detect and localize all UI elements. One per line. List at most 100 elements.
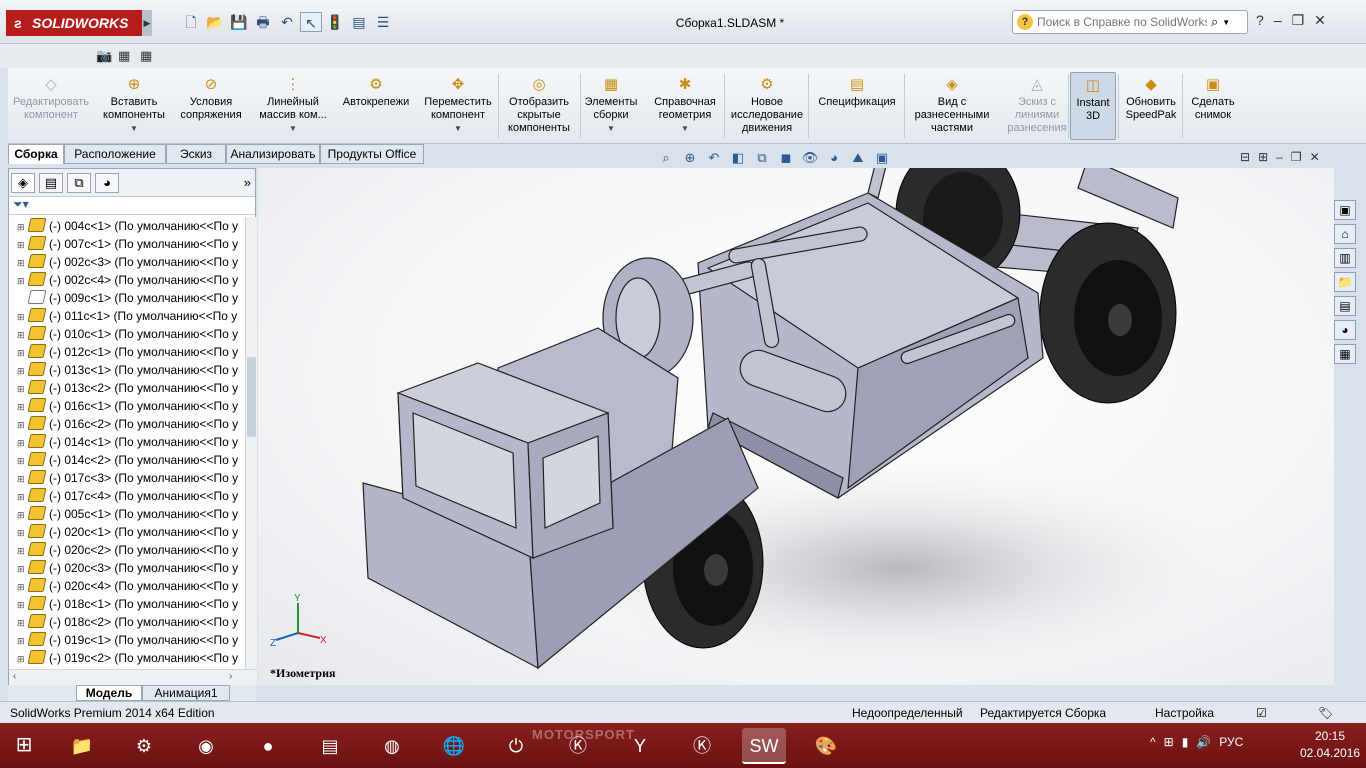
rebuild-check-icon[interactable]: ☑ (1256, 706, 1267, 720)
menu-expand-arrow[interactable]: ▶ (142, 10, 152, 36)
view-palette-icon[interactable]: ▤ (1334, 296, 1356, 316)
smart-fasteners-button[interactable]: ⚙ Автокрепежи (338, 72, 414, 140)
expand-icon[interactable]: ⊞ (17, 470, 27, 488)
help-icon[interactable]: ? (1256, 12, 1264, 29)
expand-icon[interactable]: ⊞ (17, 272, 27, 290)
move-component-button[interactable]: ✥ Переместить компонент ▼ (418, 72, 498, 140)
expand-icon[interactable]: ⊞ (17, 596, 27, 614)
expand-icon[interactable]: ⊞ (17, 650, 27, 668)
more-tabs-icon[interactable]: » (244, 175, 251, 190)
close-icon[interactable]: ✕ (1314, 12, 1326, 29)
bottom-tab-1[interactable]: Анимация1 (142, 685, 230, 701)
expand-icon[interactable]: ⊞ (17, 308, 27, 326)
linear-pattern-dropdown-icon[interactable]: ▼ (250, 122, 336, 135)
resources-icon[interactable]: ▣ (1334, 200, 1356, 220)
view-settings-icon[interactable]: ▣ (872, 148, 892, 168)
media-player-taskbar-icon[interactable]: ◉ (184, 728, 228, 764)
scroll-right-icon[interactable]: › (229, 671, 232, 682)
expand-icon[interactable]: ⊞ (17, 560, 27, 578)
configuration-manager-tab-icon[interactable]: ⧉ (67, 173, 91, 193)
scrollbar-thumb[interactable] (247, 357, 256, 437)
tree-item[interactable]: ⊞ (-) 019c<2> (По умолчанию<<По у (9, 649, 243, 667)
tab-2[interactable]: Эскиз (166, 144, 226, 164)
graphics-area[interactable]: Y X Z *Изометрия (258, 168, 1334, 685)
viewport-close-icon[interactable]: ✕ (1310, 150, 1320, 164)
tree-item[interactable]: ⊞ (-) 007c<1> (По умолчанию<<По у (9, 235, 243, 253)
expand-icon[interactable]: ⊞ (17, 254, 27, 272)
solidworks-logo[interactable]: ƨ SOLIDWORKS (6, 10, 146, 36)
tree-item[interactable]: ⊞ (-) 013c<2> (По умолчанию<<По у (9, 379, 243, 397)
viewport-minimize-icon[interactable]: – (1276, 150, 1283, 164)
take-snapshot-button[interactable]: ▣ Сделать снимок (1184, 72, 1242, 140)
help-search-input[interactable] (1037, 15, 1207, 29)
minimize-icon[interactable]: – (1274, 12, 1282, 29)
component-preview-icon[interactable]: ▦ (118, 48, 130, 64)
tray-network-icon[interactable]: ▮ (1182, 735, 1189, 749)
expand-icon[interactable]: ⊞ (17, 416, 27, 434)
select-icon[interactable]: ↖ (300, 12, 322, 32)
tree-item[interactable]: ⊞ (-) 019c<1> (По умолчанию<<По у (9, 631, 243, 649)
tree-item[interactable]: ⊞ (-) 004c<1> (По умолчанию<<По у (9, 217, 243, 235)
edit-appearance-icon[interactable]: ◕ (824, 148, 844, 168)
new-motion-study-button[interactable]: ⚙ Новое исследование движения (728, 72, 806, 140)
expand-icon[interactable]: ⊞ (17, 326, 27, 344)
tree-item[interactable]: ⊞ (-) 013c<1> (По умолчанию<<По у (9, 361, 243, 379)
appearances-icon[interactable]: ◕ (1334, 320, 1356, 340)
assembly-features-button[interactable]: ▦ Элементы сборки ▼ (580, 72, 642, 140)
tag-icon[interactable]: 🏷 (1318, 706, 1333, 720)
tree-item[interactable]: ⊞ (-) 016c<1> (По умолчанию<<По у (9, 397, 243, 415)
insert-components-dropdown-icon[interactable]: ▼ (96, 122, 172, 135)
print-icon[interactable]: 🖶 (252, 12, 274, 32)
doc-viewer-taskbar-icon[interactable]: ▤ (308, 728, 352, 764)
taskbar-clock[interactable]: 20:15 02.04.2016 (1300, 728, 1360, 762)
zoom-to-fit-icon[interactable]: ⌕ (656, 148, 676, 168)
tree-item[interactable]: ⊞ (-) 012c<1> (По умолчанию<<По у (9, 343, 243, 361)
tree-item[interactable]: ⊞ (-) 020c<1> (По умолчанию<<По у (9, 523, 243, 541)
instant-3d-button[interactable]: ◫ Instant 3D (1070, 72, 1116, 140)
tree-item[interactable]: ⊞ (-) 020c<2> (По умолчанию<<По у (9, 541, 243, 559)
kompas-2-taskbar-icon[interactable]: Ⓚ (680, 728, 724, 764)
tree-horizontal-scrollbar[interactable]: ‹ › (9, 669, 257, 685)
search-dropdown-icon[interactable]: ▼ (1222, 18, 1230, 27)
file-explorer-icon[interactable]: 📁 (1334, 272, 1356, 292)
expand-icon[interactable]: ⊞ (17, 506, 27, 524)
expand-icon[interactable]: ⊞ (17, 632, 27, 650)
tree-item[interactable]: ⊞ (-) 010c<1> (По умолчанию<<По у (9, 325, 243, 343)
tray-language[interactable]: РУС (1219, 735, 1243, 749)
section-view-icon[interactable]: ◧ (728, 148, 748, 168)
file-explorer-taskbar-icon[interactable]: 📁 (60, 728, 104, 764)
tab-3[interactable]: Анализировать (226, 144, 320, 164)
speaker-taskbar-icon[interactable]: ● (246, 728, 290, 764)
assembly-model[interactable]: Y X Z (258, 168, 1334, 685)
expand-icon[interactable]: ⊞ (17, 344, 27, 362)
previous-view-icon[interactable]: ↶ (704, 148, 724, 168)
tree-item[interactable]: ⊞ (-) 002c<4> (По умолчанию<<По у (9, 271, 243, 289)
split-vertical-icon[interactable]: ⊞ (1258, 150, 1268, 164)
tree-item[interactable]: ⊞ (-) 014c<2> (По умолчанию<<По у (9, 451, 243, 469)
tray-chevron-icon[interactable]: ^ (1150, 735, 1156, 749)
tree-item[interactable]: ⊞ (-) 020c<4> (По умолчанию<<По у (9, 577, 243, 595)
tree-item[interactable]: ⊞ (-) 020c<3> (По умолчанию<<По у (9, 559, 243, 577)
expand-icon[interactable]: ⊞ (17, 236, 27, 254)
bottom-tab-0[interactable]: Модель (76, 685, 142, 701)
tree-item[interactable]: ⊞ (-) 016c<2> (По умолчанию<<По у (9, 415, 243, 433)
exploded-view-button[interactable]: ◈ Вид с разнесенными частями (904, 72, 1000, 140)
custom-units[interactable]: Настройка (1155, 706, 1214, 720)
tree-item[interactable]: ⊞ (-) 018c<1> (По умолчанию<<По у (9, 595, 243, 613)
chrome-taskbar-icon[interactable]: ◍ (370, 728, 414, 764)
expand-icon[interactable]: ⊞ (17, 218, 27, 236)
update-speedpak-button[interactable]: ◆ Обновить SpeedPak (1120, 72, 1182, 140)
expand-icon[interactable]: ⊞ (17, 398, 27, 416)
expand-icon[interactable]: ⊞ (17, 434, 27, 452)
paint-taskbar-icon[interactable]: 🎨 (804, 728, 848, 764)
tab-1[interactable]: Расположение (64, 144, 166, 164)
options-icon[interactable]: ☰ (372, 12, 394, 32)
globe-taskbar-icon[interactable]: 🌐 (432, 728, 476, 764)
control-panel-taskbar-icon[interactable]: ⚙ (122, 728, 166, 764)
view-orientation-icon[interactable]: ⧉ (752, 148, 772, 168)
hide-show-items-icon[interactable]: 👁 (800, 148, 820, 168)
tree-filter[interactable]: ⏷▾ (9, 197, 255, 215)
edit-component-button[interactable]: ◇ Редактировать компонент (8, 72, 94, 140)
windows-start-icon[interactable]: ⊞ (10, 733, 38, 757)
camera-icon[interactable]: 📷 (96, 48, 112, 64)
